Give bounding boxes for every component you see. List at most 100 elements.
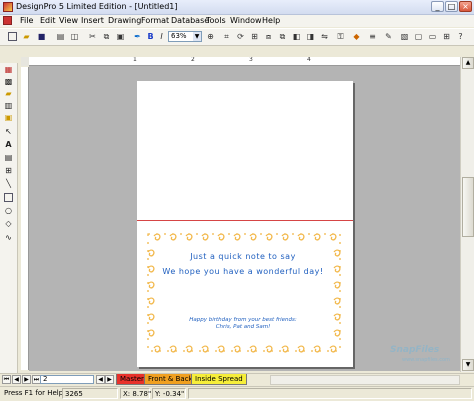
first-page-icon[interactable]: ⏮: [2, 375, 11, 384]
rotate-icon[interactable]: ⟳: [236, 32, 245, 41]
status-bar: Press F1 for Help 3265 X: 8.78" Y: -0.34…: [0, 386, 474, 401]
greeting-line-1[interactable]: Just a quick note to say: [153, 252, 333, 261]
new-icon[interactable]: [8, 32, 17, 41]
minimize-button[interactable]: _: [431, 1, 444, 12]
text-tool-icon[interactable]: ▦: [4, 65, 13, 74]
ruler-mark: 4: [307, 57, 311, 63]
table-tool-icon[interactable]: ⊞: [4, 166, 13, 175]
pen-icon[interactable]: ✎: [384, 32, 393, 41]
clipart-tool-icon[interactable]: ▰: [4, 89, 13, 98]
ruler-mark: 2: [191, 57, 195, 63]
ruler-mark: 1: [133, 57, 137, 63]
next-page-icon[interactable]: ▶: [22, 375, 31, 384]
flip-icon[interactable]: ⇋: [320, 32, 329, 41]
menu-view[interactable]: View: [59, 15, 78, 27]
menu-format[interactable]: Format: [141, 15, 169, 27]
window-title: DesignPro 5 Limited Edition - [Untitled1…: [16, 2, 178, 11]
menu-bar: File Edit View Insert Drawing Format Dat…: [0, 15, 474, 27]
menu-database[interactable]: Database: [171, 15, 209, 27]
page-number-field[interactable]: 2: [40, 375, 94, 384]
scroll-up-icon[interactable]: ▲: [462, 57, 474, 69]
page-tab-bar: ⏮ ◀ ▶ ⏭ 2 ◀ ▶ Master Front & Back Inside…: [0, 373, 474, 386]
rectangle-tool-icon[interactable]: [4, 193, 13, 202]
group-icon[interactable]: ⧈: [264, 32, 273, 41]
zoom-in-icon[interactable]: ⊕: [206, 32, 215, 41]
fill-icon[interactable]: ◆: [352, 32, 361, 41]
paste-icon[interactable]: ▣: [116, 32, 125, 41]
image-tool-icon[interactable]: ▩: [4, 77, 13, 86]
menu-file[interactable]: File: [20, 15, 33, 27]
polygon-icon[interactable]: ◇: [4, 219, 13, 228]
print-preview-icon[interactable]: ◫: [70, 32, 79, 41]
document-icon[interactable]: [3, 16, 12, 25]
print-icon[interactable]: ▤: [56, 32, 65, 41]
tab-front-back[interactable]: Front & Back: [144, 374, 197, 385]
main-toolbar: ▰ ■ ▤ ◫ ✂ ⧉ ▣ ✒ B I 63% ▼ ⊕ ⌗ ⟳ ⊞ ⧈ ⧉ ◧ …: [0, 28, 474, 46]
bring-front-icon[interactable]: ◧: [292, 32, 301, 41]
watermark-logo: SnapFiles: [390, 345, 440, 355]
crop-icon[interactable]: ⌗: [222, 32, 231, 41]
cut-icon[interactable]: ✂: [88, 32, 97, 41]
save-icon[interactable]: ■: [37, 32, 46, 41]
vertical-scrollbar[interactable]: ▲ ▼: [460, 57, 474, 372]
horizontal-ruler: 1 2 3 4: [29, 57, 460, 66]
menu-tools[interactable]: Tools: [206, 15, 226, 27]
menu-window[interactable]: Window: [230, 15, 262, 27]
maximize-button[interactable]: □: [445, 1, 458, 12]
tab-inside-spread[interactable]: Inside Spread: [191, 374, 247, 385]
open-icon[interactable]: ▰: [22, 32, 31, 41]
line-icon[interactable]: ╲: [4, 179, 13, 188]
pointer-icon[interactable]: ↖: [4, 127, 13, 136]
status-object-id: 3265: [62, 388, 118, 399]
zoom-select[interactable]: 63% ▼: [168, 31, 202, 42]
scroll-thumb[interactable]: [462, 177, 474, 237]
align-icon[interactable]: ⊞: [250, 32, 259, 41]
bold-button[interactable]: B: [146, 32, 155, 41]
text-color-icon[interactable]: ✒: [133, 32, 142, 41]
vertical-ruler: [21, 67, 29, 370]
italic-button[interactable]: I: [157, 32, 166, 41]
close-button[interactable]: ×: [459, 1, 472, 12]
freehand-icon[interactable]: ∿: [4, 233, 13, 242]
page-nav-left-icon[interactable]: ◀: [96, 375, 105, 384]
canvas[interactable]: Just a quick note to say We hope you hav…: [29, 66, 460, 371]
photo-tool-icon[interactable]: ▣: [4, 113, 13, 122]
ruler-mark: 3: [249, 57, 253, 63]
menu-insert[interactable]: Insert: [81, 15, 104, 27]
status-x-coord: X: 8.78": [120, 388, 151, 399]
grid-icon[interactable]: ⊞: [442, 32, 451, 41]
fold-line: [137, 220, 353, 221]
horizontal-scrollbar[interactable]: [270, 375, 460, 385]
menu-help[interactable]: Help: [262, 15, 280, 27]
barcode-tool-icon[interactable]: ▥: [4, 101, 13, 110]
chart-tool-icon[interactable]: ▤: [4, 153, 13, 162]
ellipse-icon[interactable]: ○: [4, 206, 13, 215]
page-nav-right-icon[interactable]: ▶: [105, 375, 114, 384]
copy-icon[interactable]: ⧉: [102, 32, 111, 41]
chevron-down-icon[interactable]: ▼: [193, 32, 201, 41]
help-icon[interactable]: ?: [456, 32, 465, 41]
greeting-line-2[interactable]: We hope you have a wonderful day!: [153, 267, 333, 276]
watermark-url: www.snapfiles.com: [402, 357, 450, 363]
ungroup-icon[interactable]: ⧉: [278, 32, 287, 41]
menu-edit[interactable]: Edit: [40, 15, 56, 27]
tool-palette: ▦ ▩ ▰ ▥ ▣ ↖ A ▤ ⊞ ╲ ○ ◇ ∿: [0, 63, 18, 373]
ruler-corner: [21, 57, 29, 66]
message-line-1[interactable]: Happy birthday from your best friends:: [153, 317, 333, 324]
swirl-border[interactable]: [144, 230, 344, 355]
line-style-icon[interactable]: ≡: [368, 32, 377, 41]
prev-page-icon[interactable]: ◀: [12, 375, 21, 384]
card-page[interactable]: Just a quick note to say We hope you hav…: [137, 81, 353, 367]
lock-icon[interactable]: ⚿: [336, 32, 345, 41]
zoom-value: 63%: [171, 32, 187, 40]
menu-drawing[interactable]: Drawing: [108, 15, 141, 27]
app-icon[interactable]: [3, 2, 13, 12]
scroll-down-icon[interactable]: ▼: [462, 359, 474, 371]
rectangle-icon[interactable]: ▭: [428, 32, 437, 41]
send-back-icon[interactable]: ◨: [306, 32, 315, 41]
status-help-text: Press F1 for Help: [4, 389, 64, 397]
text-icon[interactable]: A: [4, 140, 13, 149]
message-line-2[interactable]: Chris, Pat and Sam!: [153, 324, 333, 331]
shadow-icon[interactable]: ▧: [400, 32, 409, 41]
border-icon[interactable]: ▢: [414, 32, 423, 41]
